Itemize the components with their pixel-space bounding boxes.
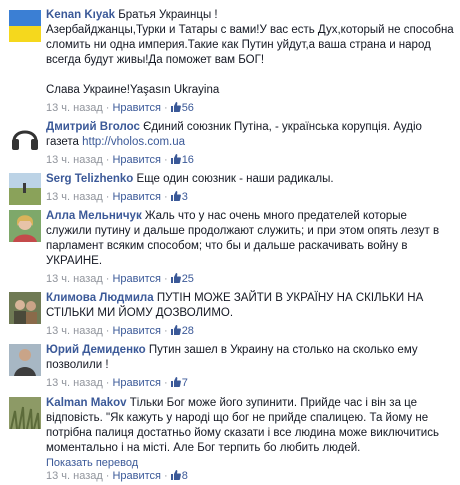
thumbs-up-icon	[170, 470, 181, 480]
avatar[interactable]	[9, 121, 41, 153]
comment-text-line: СТІЛЬКИ МИ ЙОМУ ДОЗВОЛИМО.	[46, 307, 234, 319]
thumbs-up-icon	[170, 191, 181, 201]
comment-text-line: служили путину и дальше продолжают служи…	[46, 225, 440, 237]
like-button[interactable]: Нравится	[112, 470, 161, 482]
timestamp[interactable]: 13 ч. назад	[46, 102, 103, 114]
grass-photo-icon	[9, 397, 41, 429]
comment-author[interactable]: Kenan Kıyak	[46, 9, 115, 21]
comment-meta: 13 ч. назад · Нравится · 25	[46, 273, 194, 285]
comment-text-line: ПУТІН МОЖЕ ЗАЙТИ В УКРАЇНУ НА СКІЛЬКИ НА	[156, 292, 424, 304]
timestamp[interactable]: 13 ч. назад	[46, 191, 103, 203]
comment-meta: 13 ч. назад · Нравится · 8	[46, 470, 188, 482]
comment-body: Kenan Kıyak Братья Украинцы ! Азербайджа…	[46, 8, 454, 116]
like-button[interactable]: Нравится	[112, 377, 161, 389]
timestamp[interactable]: 13 ч. назад	[46, 377, 103, 389]
timestamp[interactable]: 13 ч. назад	[46, 470, 103, 482]
comment-body: Юрий Демиденко Путин зашел в Украину на …	[46, 343, 454, 391]
comment-text-line: Тільки Бог може його зупинити. Прийде ча…	[129, 397, 418, 409]
comment-body: Климова Людмила ПУТІН МОЖЕ ЗАЙТИ В УКРАЇ…	[46, 291, 454, 339]
thumbs-up-icon	[170, 154, 181, 164]
man-photo-icon	[9, 344, 41, 376]
comment-author[interactable]: Дмитрий Вголос	[46, 121, 140, 133]
headphones-icon	[9, 121, 41, 153]
comment-body: Дмитрий Вголос Єдиний союзник Путіна, - …	[46, 120, 454, 168]
comment-meta: 13 ч. назад · Нравится · 28	[46, 325, 194, 337]
thumbs-up-icon	[170, 377, 181, 387]
comment-author[interactable]: Алла Мельничук	[46, 210, 142, 222]
avatar[interactable]	[9, 397, 41, 429]
comment-text: Еще один союзник - наши радикалы.	[136, 173, 334, 185]
field-photo-icon	[9, 173, 41, 205]
comment-text-line: позволили !	[46, 359, 109, 371]
comment-author[interactable]: Юрий Демиденко	[46, 344, 146, 356]
like-count[interactable]: 28	[170, 325, 194, 337]
comment-text-line: всегда будут живы!Да поможет вам БОГ!	[46, 54, 265, 66]
thumbs-up-icon	[170, 325, 181, 335]
comment-text-line: сломить ни одна империя.Такие как Путин …	[46, 39, 431, 51]
comment-author[interactable]: Климова Людмила	[46, 292, 154, 304]
like-count[interactable]: 25	[170, 273, 194, 285]
avatar[interactable]	[9, 173, 41, 205]
like-button[interactable]: Нравится	[112, 191, 161, 203]
woman-photo-icon	[9, 210, 41, 242]
comment-text-line: відповість. "Як кажуть у народі що бог н…	[46, 412, 429, 424]
comment-text-line: Жаль что у нас очень много предателей ко…	[144, 210, 407, 222]
comment-meta: 13 ч. назад · Нравится · 56	[46, 102, 194, 114]
like-count[interactable]: 7	[170, 377, 188, 389]
avatar[interactable]	[9, 10, 41, 42]
like-button[interactable]: Нравится	[112, 325, 161, 337]
comment-body: Kalman Makov Тільки Бог може його зупини…	[46, 396, 454, 456]
like-count[interactable]: 16	[170, 154, 194, 166]
avatar[interactable]	[9, 210, 41, 242]
comment-link[interactable]: http://vholos.com.ua	[82, 136, 185, 148]
comment-author[interactable]: Serg Telizhenko	[46, 173, 133, 185]
comment-text-line: моментально і на місті. Але Бог терпить …	[46, 442, 361, 454]
comment-author[interactable]: Kalman Makov	[46, 397, 127, 409]
like-count[interactable]: 3	[170, 191, 188, 203]
timestamp[interactable]: 13 ч. назад	[46, 273, 103, 285]
like-button[interactable]: Нравится	[112, 154, 161, 166]
comment-meta: 13 ч. назад · Нравится · 16	[46, 154, 194, 166]
comment-text-line: УКРАИНЕ.	[46, 255, 103, 267]
comment-text-line: потрібна палиця достатньо йому сказати і…	[46, 427, 439, 439]
ukraine-flag-icon	[9, 10, 41, 42]
comment-body: Serg Telizhenko Еще один союзник - наши …	[46, 172, 454, 205]
comment-text-line: Путин зашел в Украину на столько на скол…	[148, 344, 418, 356]
comment-meta: 13 ч. назад · Нравится · 7	[46, 377, 188, 389]
comment-meta: 13 ч. назад · Нравится · 3	[46, 191, 188, 203]
avatar[interactable]	[9, 292, 41, 324]
timestamp[interactable]: 13 ч. назад	[46, 325, 103, 337]
like-button[interactable]: Нравится	[112, 273, 161, 285]
comment-text-line: парламент всяким способом; что бы и даль…	[46, 240, 408, 252]
comment-body: Алла Мельничук Жаль что у нас очень мног…	[46, 209, 454, 287]
like-button[interactable]: Нравится	[112, 102, 161, 114]
avatar[interactable]	[9, 344, 41, 376]
timestamp[interactable]: 13 ч. назад	[46, 154, 103, 166]
people-photo-icon	[9, 292, 41, 324]
comment-text-extra: Слава Украине!Yaşasın Ukrayina	[46, 84, 220, 96]
thumbs-up-icon	[170, 273, 181, 283]
like-count[interactable]: 56	[170, 102, 194, 114]
comment-text-line: Азербайджанцы,Турки и Татары с вами!У ва…	[46, 24, 454, 36]
thumbs-up-icon	[170, 102, 181, 112]
like-count[interactable]: 8	[170, 470, 188, 482]
comment-text-line: Братья Украинцы !	[118, 9, 218, 21]
